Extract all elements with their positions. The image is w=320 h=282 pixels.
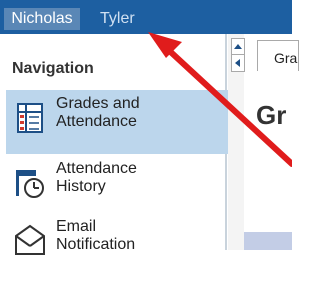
- sidebar-item-label-line2: Attendance: [56, 113, 137, 130]
- content-panel-strip: [244, 232, 292, 250]
- page-title: Gr: [256, 100, 287, 130]
- sidebar-item-label-line1: Attendance: [56, 160, 137, 177]
- chevron-left-icon: [235, 59, 240, 67]
- sidebar-item-email-notification[interactable]: Email Notification: [6, 218, 228, 282]
- collapse-left-button[interactable]: [231, 54, 245, 72]
- student-name-last[interactable]: Tyler: [100, 8, 135, 30]
- navigation-heading: Navigation: [12, 60, 94, 77]
- sidebar-item-grades-and-attendance[interactable]: Grades and Attendance: [6, 90, 228, 154]
- sidebar-item-attendance-history[interactable]: Attendance History: [6, 154, 228, 218]
- sidebar-item-label-line2: Notification: [56, 236, 136, 253]
- sidebar-item-label-line1: Grades and: [56, 95, 140, 112]
- student-name-first[interactable]: Nicholas: [4, 8, 80, 30]
- tab-grades-label: Gra: [274, 50, 298, 66]
- attendance-history-icon: [16, 170, 44, 198]
- chevron-up-icon: [234, 44, 242, 49]
- sidebar-item-label-line2: History: [56, 178, 106, 195]
- gradebook-icon: [17, 103, 43, 133]
- email-icon: [15, 224, 45, 255]
- sidebar-item-label-line1: Email: [56, 218, 97, 235]
